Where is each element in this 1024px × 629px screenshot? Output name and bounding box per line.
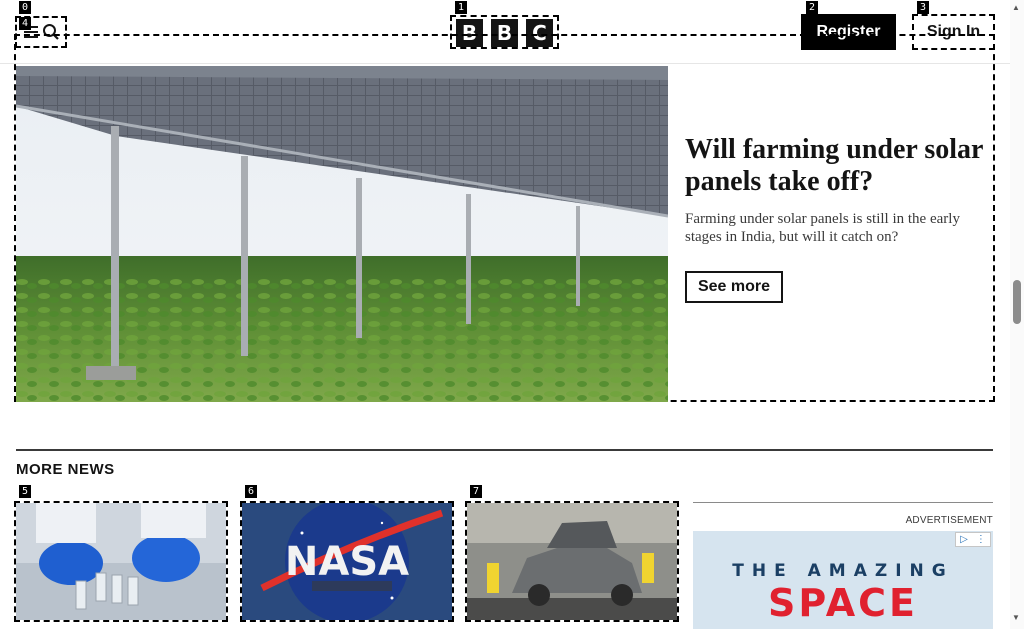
ad-choices-icon[interactable]: ▷ ⋮ (955, 532, 991, 547)
advertisement-banner[interactable]: THE AMAZING SPACE ▷ ⋮ (693, 531, 993, 629)
advertisement-label: ADVERTISEMENT (905, 515, 993, 526)
section-divider (16, 449, 993, 451)
news-card-lab-vials[interactable] (14, 501, 228, 622)
nasa-logo-image[interactable]: NASA (242, 503, 452, 620)
feature-summary: Farming under solar panels is still in t… (685, 211, 960, 245)
scrollbar-thumb[interactable] (1013, 280, 1021, 324)
feature-headline[interactable]: Will farming under solar panels take off… (685, 134, 985, 198)
scroll-down-icon[interactable]: ▼ (1012, 613, 1020, 622)
see-more-button[interactable]: See more (685, 271, 783, 303)
scroll-up-icon[interactable]: ▲ (1012, 3, 1020, 12)
ad-info-icon[interactable]: ▷ (960, 534, 968, 545)
marker-label: 7 (470, 485, 482, 498)
ad-headline-main: SPACE (768, 581, 918, 625)
marker-label: 2 (806, 1, 818, 14)
ad-menu-icon[interactable]: ⋮ (976, 534, 986, 545)
marker-label: 1 (455, 1, 467, 14)
nasa-logo-text: NASA (285, 539, 409, 585)
gloved-hands-vials-image[interactable] (16, 503, 226, 620)
marker-label: 6 (245, 485, 257, 498)
ad-divider (693, 502, 993, 503)
car-factory-image[interactable] (467, 503, 677, 620)
featured-story[interactable]: Will farming under solar panels take off… (14, 34, 995, 402)
marker-label: 3 (917, 1, 929, 14)
marker-label: 5 (19, 485, 31, 498)
marker-label: 0 (19, 1, 31, 14)
news-card-nasa[interactable]: NASA (240, 501, 454, 622)
more-news-heading: MORE NEWS (16, 461, 115, 478)
marker-label: 4 (19, 17, 31, 30)
ad-headline-top: THE AMAZING (732, 561, 954, 581)
solar-panels-over-crops-image[interactable] (16, 66, 668, 402)
news-card-car-factory[interactable] (465, 501, 679, 622)
